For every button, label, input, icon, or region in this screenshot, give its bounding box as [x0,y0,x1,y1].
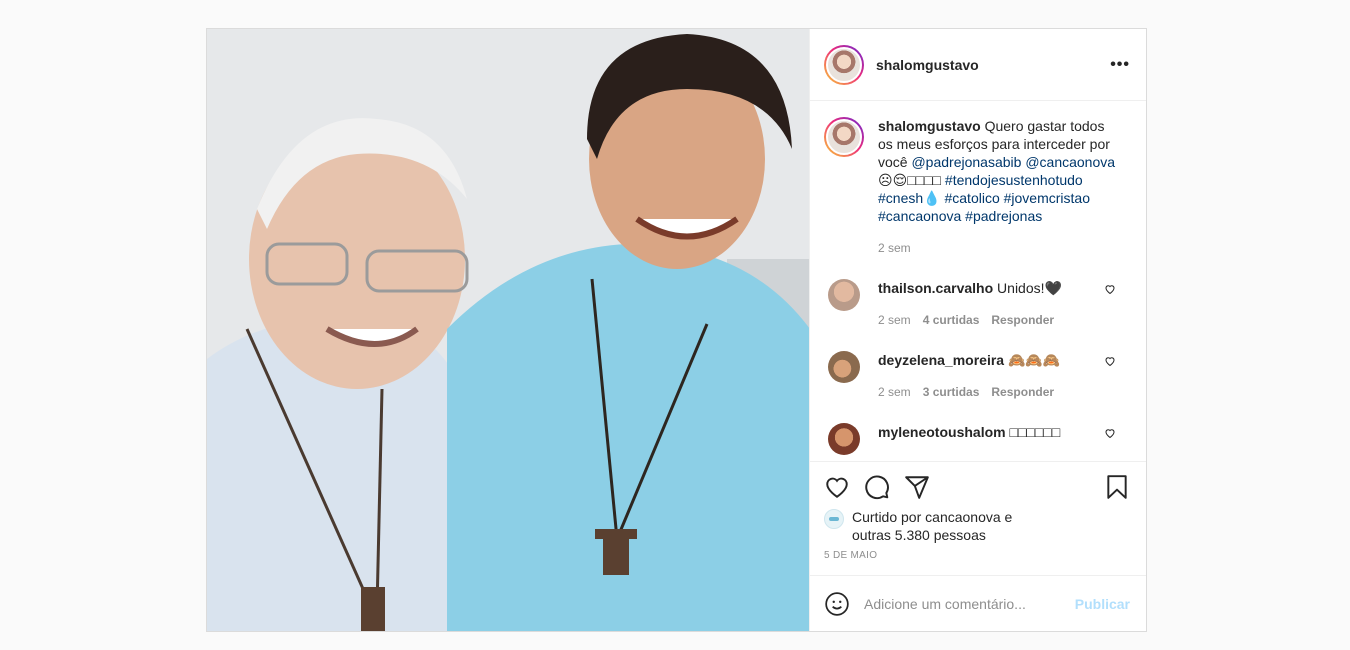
hashtag-link[interactable]: #tendojesustenhotudo [945,172,1083,188]
share-icon[interactable] [904,474,930,500]
comment-text: □□□□□□ [1005,424,1061,440]
post-caption: shalomgustavo Quero gastar todos os meus… [824,117,1130,257]
comment-text: 🙈🙈🙈 [1004,352,1061,368]
comment-icon[interactable] [864,474,890,500]
author-username[interactable]: shalomgustavo [876,57,979,73]
liker-avatar[interactable] [824,509,844,529]
comment-time: 2 sem [878,385,911,399]
comment-meta: 2 sem 4 curtidas Responder [878,311,1078,329]
comment-body: myleneotoushalom □□□□□□ [878,423,1078,441]
comment-item: thailson.carvalho Unidos!🖤 2 sem 4 curti… [824,279,1130,329]
instagram-post: shalomgustavo ••• shalomgustavo Quero ga… [206,28,1147,632]
likes-summary: Curtido por cancaonova e outras 5.380 pe… [824,508,1130,544]
likes-prefix: Curtido por [852,509,926,525]
heart-icon[interactable] [824,474,850,500]
post-date: 5 DE MAIO [824,550,878,561]
caption-emojis: ☹😌□□□□ [878,172,942,188]
comment-text: Unidos!🖤 [993,280,1062,296]
mention-link[interactable]: @cancaonova [1025,154,1115,170]
reply-button[interactable]: Responder [991,311,1054,329]
comment-heart-icon[interactable] [1104,355,1116,367]
commenter-avatar[interactable] [828,351,860,383]
likes-others[interactable]: outras 5.380 pessoas [852,527,986,543]
comment-likes[interactable]: 4 curtidas [923,311,980,329]
commenter-username[interactable]: deyzelena_moreira [878,352,1004,368]
liker-username[interactable]: cancaonova [925,509,1001,525]
comment-body: thailson.carvalho Unidos!🖤 2 sem 4 curti… [878,279,1078,329]
comment-item: deyzelena_moreira 🙈🙈🙈 2 sem 3 curtidas R… [824,351,1130,401]
caption-time: 2 sem [878,241,911,255]
comment-item: myleneotoushalom □□□□□□ [824,423,1130,455]
action-icons [824,470,1130,504]
more-horizontal-icon[interactable]: ••• [1110,56,1130,74]
drop-emoji: 💧 [923,190,941,206]
bookmark-icon[interactable] [1104,474,1130,500]
comment-heart-icon[interactable] [1104,283,1116,295]
reply-button[interactable]: Responder [991,383,1054,401]
post-sidebar: shalomgustavo ••• shalomgustavo Quero ga… [810,29,1146,631]
commenter-username[interactable]: myleneotoushalom [878,424,1006,440]
comment-input[interactable] [864,595,1075,612]
comment-meta: 2 sem 3 curtidas Responder [878,383,1078,401]
hashtag-link[interactable]: #cnesh [878,190,923,206]
commenter-avatar[interactable] [828,423,860,455]
post-actions: Curtido por cancaonova e outras 5.380 pe… [810,461,1146,575]
hashtag-link[interactable]: #catolico #jovemcristao [944,190,1090,206]
commenter-username[interactable]: thailson.carvalho [878,280,993,296]
caption-avatar[interactable] [824,117,864,157]
comment-time: 2 sem [878,313,911,327]
comments-list: shalomgustavo Quero gastar todos os meus… [810,101,1146,461]
caption-text: shalomgustavo Quero gastar todos os meus… [878,117,1118,257]
commenter-avatar[interactable] [828,279,860,311]
publish-button[interactable]: Publicar [1075,596,1130,612]
add-comment-bar: Publicar [810,575,1146,631]
likes-text: Curtido por cancaonova e outras 5.380 pe… [852,508,1012,544]
author-avatar[interactable] [824,44,864,85]
caption-username[interactable]: shalomgustavo [878,118,981,134]
post-photo[interactable] [207,29,810,631]
hashtag-link[interactable]: #cancaonova #padrejonas [878,208,1042,224]
post-header: shalomgustavo ••• [810,29,1146,101]
comment-likes[interactable]: 3 curtidas [923,383,980,401]
comment-heart-icon[interactable] [1104,427,1116,439]
likes-suffix: e [1000,509,1013,525]
smile-icon[interactable] [824,591,850,617]
comment-body: deyzelena_moreira 🙈🙈🙈 2 sem 3 curtidas R… [878,351,1078,401]
mention-link[interactable]: @padrejonasabib [911,154,1021,170]
post-photo-image [207,29,809,631]
